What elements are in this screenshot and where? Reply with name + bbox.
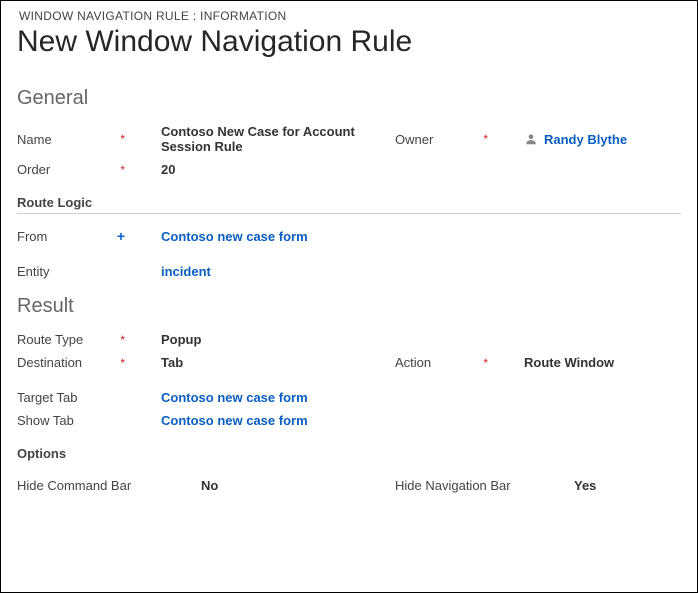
section-general: General: [17, 87, 681, 110]
label-routetype-text: Route Type: [17, 332, 83, 347]
label-from: From +: [17, 228, 137, 244]
breadcrumb: WINDOW NAVIGATION RULE : INFORMATION: [17, 9, 681, 23]
label-hidenav-text: Hide Navigation Bar: [395, 478, 511, 493]
row-options: Hide Command Bar No Hide Navigation Bar …: [17, 474, 681, 497]
label-action: Action *: [395, 355, 500, 370]
value-showtab[interactable]: Contoso new case form: [137, 413, 395, 428]
value-owner[interactable]: Randy Blythe: [500, 132, 681, 147]
label-targettab-text: Target Tab: [17, 390, 77, 405]
row-routetype: Route Type * Popup: [17, 328, 681, 351]
owner-link-text: Randy Blythe: [544, 132, 627, 147]
label-destination-text: Destination: [17, 355, 82, 370]
label-owner-text: Owner: [395, 132, 433, 147]
row-name-owner: Name * Contoso New Case for Account Sess…: [17, 120, 681, 158]
row-targettab: Target Tab Contoso new case form: [17, 386, 681, 409]
label-order-text: Order: [17, 162, 50, 177]
value-entity[interactable]: incident: [137, 264, 395, 279]
subsection-route-logic: Route Logic: [17, 195, 681, 214]
label-showtab: Show Tab: [17, 413, 137, 428]
value-targettab[interactable]: Contoso new case form: [137, 390, 395, 405]
required-icon: *: [120, 356, 131, 370]
label-action-text: Action: [395, 355, 431, 370]
label-entity: Entity: [17, 264, 137, 279]
row-order: Order * 20: [17, 158, 681, 181]
label-order: Order *: [17, 162, 137, 177]
row-entity: Entity incident: [17, 260, 681, 283]
label-hidecmd: Hide Command Bar: [17, 478, 177, 493]
required-icon: *: [120, 132, 131, 146]
recommended-icon: +: [117, 228, 131, 244]
label-showtab-text: Show Tab: [17, 413, 74, 428]
label-name: Name *: [17, 132, 137, 147]
value-name[interactable]: Contoso New Case for Account Session Rul…: [137, 124, 395, 154]
label-destination: Destination *: [17, 355, 137, 370]
label-entity-text: Entity: [17, 264, 50, 279]
value-destination[interactable]: Tab: [137, 355, 395, 370]
label-hidecmd-text: Hide Command Bar: [17, 478, 131, 493]
section-result: Result: [17, 295, 681, 318]
label-owner: Owner *: [395, 132, 500, 147]
user-icon: [524, 132, 538, 146]
value-hidecmd[interactable]: No: [177, 478, 395, 493]
subsection-options: Options: [17, 446, 681, 464]
required-icon: *: [120, 333, 131, 347]
label-targettab: Target Tab: [17, 390, 137, 405]
required-icon: *: [120, 163, 131, 177]
label-hidenav: Hide Navigation Bar: [395, 478, 550, 493]
value-from[interactable]: Contoso new case form: [137, 229, 395, 244]
value-routetype[interactable]: Popup: [137, 332, 395, 347]
required-icon: *: [483, 132, 494, 146]
row-destination-action: Destination * Tab Action * Route Window: [17, 351, 681, 374]
row-from: From + Contoso new case form: [17, 224, 681, 248]
value-order[interactable]: 20: [137, 162, 395, 177]
value-hidenav[interactable]: Yes: [550, 478, 681, 493]
value-action[interactable]: Route Window: [500, 355, 681, 370]
row-showtab: Show Tab Contoso new case form: [17, 409, 681, 432]
required-icon: *: [483, 356, 494, 370]
label-name-text: Name: [17, 132, 52, 147]
page-title: New Window Navigation Rule: [17, 25, 681, 59]
label-from-text: From: [17, 229, 47, 244]
label-routetype: Route Type *: [17, 332, 137, 347]
